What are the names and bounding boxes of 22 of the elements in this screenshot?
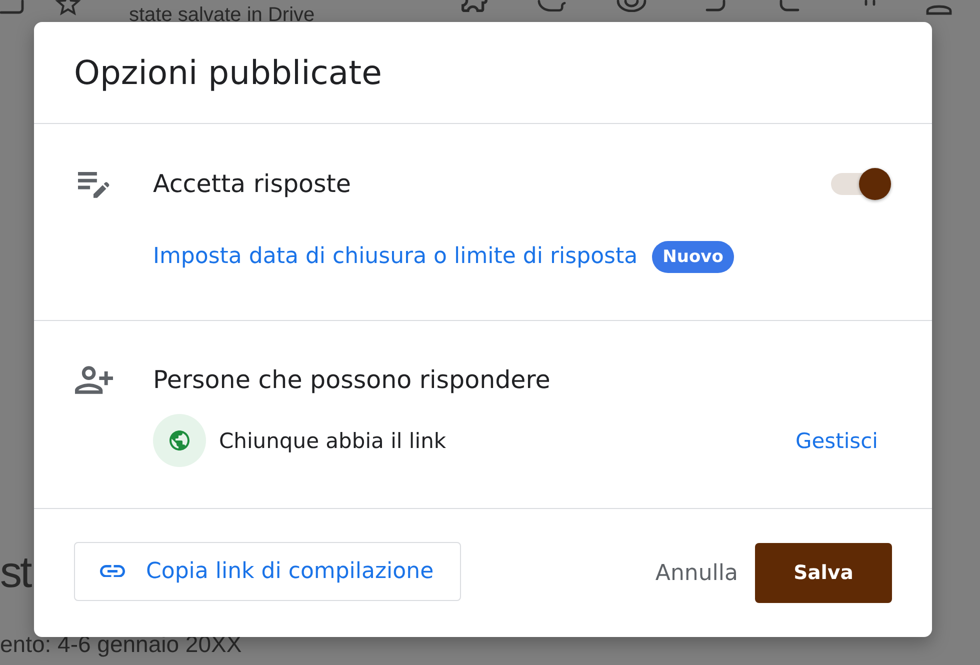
person-add-icon — [75, 366, 113, 394]
toggle-switch[interactable] — [831, 168, 891, 200]
section-title: Persone che possono rispondere — [153, 364, 550, 396]
star-icon[interactable] — [55, 0, 81, 16]
globe-icon — [153, 414, 206, 467]
save-button[interactable]: Salva — [755, 543, 892, 603]
edit-note-icon — [78, 170, 110, 198]
new-badge: Nuovo — [652, 241, 734, 273]
toolbar-subtitle: state salvate in Drive — [129, 4, 315, 26]
section-title: Accetta risposte — [153, 168, 351, 200]
closing-date-link[interactable]: Imposta data di chiusura o limite di risposta — [153, 242, 638, 272]
manage-link[interactable]: Gestisci — [795, 426, 878, 454]
palette-icon[interactable] — [537, 0, 566, 12]
page-heading: st — [0, 548, 30, 598]
link-icon — [100, 564, 125, 578]
redo-icon[interactable] — [779, 0, 801, 12]
undo-icon[interactable] — [704, 0, 726, 12]
audience-text: Chiunque abbia il link — [219, 428, 446, 454]
copy-link-button[interactable]: Copia link di compilazione — [74, 542, 461, 600]
cancel-button[interactable]: Annulla — [638, 543, 755, 603]
dialog-title: Opzioni pubblicate — [74, 52, 382, 92]
puzzle-icon[interactable] — [459, 0, 490, 12]
